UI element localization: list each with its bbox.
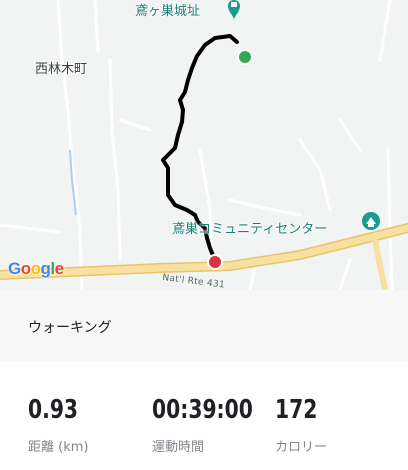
- google-logo: Google: [8, 259, 64, 279]
- community-center-pin-icon[interactable]: [362, 212, 380, 230]
- stat-distance: 0.93 距離 (km): [28, 392, 92, 455]
- distance-label: 距離 (km): [28, 440, 89, 455]
- google-logo-letter: o: [30, 259, 41, 278]
- google-logo-letter: e: [54, 259, 64, 278]
- distance-value: 0.93: [28, 395, 79, 425]
- start-marker: [237, 49, 253, 65]
- google-logo-letter: o: [20, 259, 31, 278]
- route-map[interactable]: 鳶ヶ巣城址 西林木町 鳶巣コミュニティセンター Nat'l Rte 431 Go…: [0, 0, 408, 290]
- end-marker: [207, 254, 223, 270]
- map-canvas: [0, 0, 408, 290]
- stat-duration: 00:39:00 運動時間: [152, 392, 281, 455]
- duration-label: 運動時間: [152, 440, 205, 455]
- castle-label[interactable]: 鳶ヶ巣城址: [135, 0, 200, 19]
- town-label: 西林木町: [35, 62, 88, 77]
- activity-header: ウォーキング: [0, 290, 408, 362]
- google-logo-letter: G: [8, 259, 21, 278]
- activity-type: ウォーキング: [28, 320, 112, 336]
- stats-panel: 0.93 距離 (km) 00:39:00 運動時間 172 カロリー: [0, 362, 408, 470]
- stat-calories: 172 カロリー: [275, 392, 329, 455]
- calories-value: 172: [275, 395, 318, 425]
- castle-pin-icon[interactable]: [228, 0, 240, 20]
- google-logo-letter: g: [40, 259, 51, 278]
- side-highway: [372, 239, 388, 290]
- community-center-label[interactable]: 鳶巣コミュニティセンター: [172, 218, 327, 237]
- duration-value: 00:39:00: [152, 395, 253, 425]
- calories-label: カロリー: [275, 440, 328, 455]
